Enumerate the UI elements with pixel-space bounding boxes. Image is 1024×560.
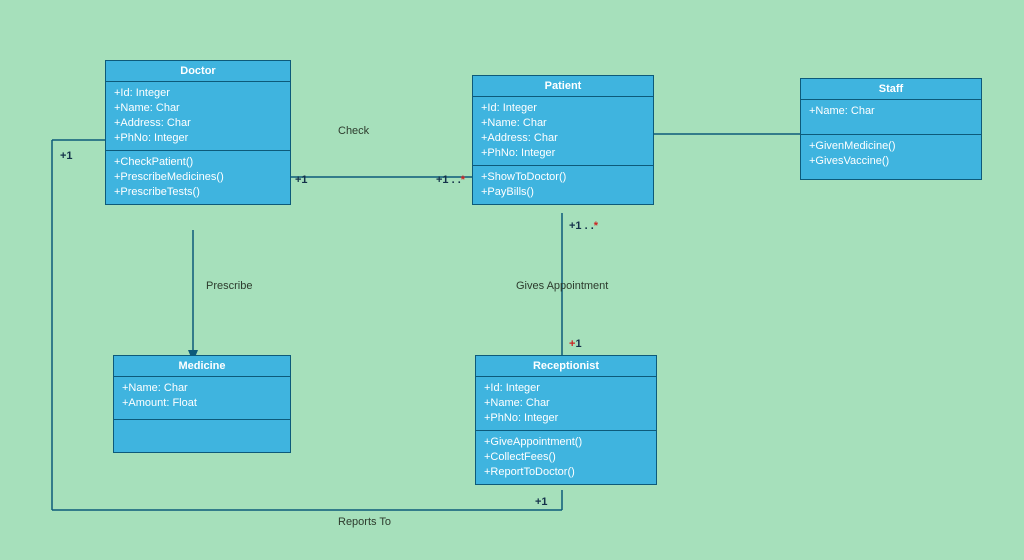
op: +GiveAppointment() xyxy=(484,435,648,450)
attr: +Name: Char xyxy=(809,104,973,119)
class-patient: Patient +Id: Integer +Name: Char +Addres… xyxy=(472,75,654,205)
class-title: Medicine xyxy=(114,356,290,377)
attr: +PhNo: Integer xyxy=(114,131,282,146)
class-title: Staff xyxy=(801,79,981,100)
attrs-section: +Name: Char xyxy=(801,100,981,135)
op: +GivenMedicine() xyxy=(809,139,973,154)
attr: +PhNo: Integer xyxy=(481,146,645,161)
mult-reports-left: +1 xyxy=(60,150,73,162)
mult-check-right: +1 . .* xyxy=(436,174,465,186)
relation-label-reports-to: Reports To xyxy=(338,516,391,528)
attr: +Address: Char xyxy=(114,116,282,131)
attrs-section: +Id: Integer +Name: Char +Address: Char … xyxy=(473,97,653,166)
class-receptionist: Receptionist +Id: Integer +Name: Char +P… xyxy=(475,355,657,485)
relation-label-gives-appointment: Gives Appointment xyxy=(516,280,608,292)
ops-section: +GiveAppointment() +CollectFees() +Repor… xyxy=(476,431,656,484)
op: +PayBills() xyxy=(481,185,645,200)
attr: +Name: Char xyxy=(484,396,648,411)
op: +CheckPatient() xyxy=(114,155,282,170)
mult-ga-top: +1 . .* xyxy=(569,220,598,232)
op: +CollectFees() xyxy=(484,450,648,465)
attr: +Id: Integer xyxy=(481,101,645,116)
attr: +Name: Char xyxy=(114,101,282,116)
attrs-section: +Id: Integer +Name: Char +Address: Char … xyxy=(106,82,290,151)
attr: +Id: Integer xyxy=(484,381,648,396)
attr: +Address: Char xyxy=(481,131,645,146)
op: +PrescribeTests() xyxy=(114,185,282,200)
attrs-section: +Name: Char +Amount: Float xyxy=(114,377,290,420)
mult-reports-right: +1 xyxy=(535,496,548,508)
class-title: Doctor xyxy=(106,61,290,82)
ops-section: +GivenMedicine() +GivesVaccine() xyxy=(801,135,981,179)
mult-ga-bottom: +1 xyxy=(569,338,582,350)
ops-section xyxy=(114,420,290,452)
class-doctor: Doctor +Id: Integer +Name: Char +Address… xyxy=(105,60,291,205)
class-title: Receptionist xyxy=(476,356,656,377)
relation-label-check: Check xyxy=(338,125,369,137)
op: +PrescribeMedicines() xyxy=(114,170,282,185)
attr: +Amount: Float xyxy=(122,396,282,411)
relation-label-prescribe: Prescribe xyxy=(206,280,252,292)
attr: +Name: Char xyxy=(122,381,282,396)
class-title: Patient xyxy=(473,76,653,97)
op: +ShowToDoctor() xyxy=(481,170,645,185)
op: +GivesVaccine() xyxy=(809,154,973,169)
ops-section: +CheckPatient() +PrescribeMedicines() +P… xyxy=(106,151,290,204)
op: +ReportToDoctor() xyxy=(484,465,648,480)
attr: +PhNo: Integer xyxy=(484,411,648,426)
mult-check-left: +1 xyxy=(295,174,308,186)
attr: +Id: Integer xyxy=(114,86,282,101)
class-staff: Staff +Name: Char +GivenMedicine() +Give… xyxy=(800,78,982,180)
class-medicine: Medicine +Name: Char +Amount: Float xyxy=(113,355,291,453)
ops-section: +ShowToDoctor() +PayBills() xyxy=(473,166,653,204)
attr: +Name: Char xyxy=(481,116,645,131)
attrs-section: +Id: Integer +Name: Char +PhNo: Integer xyxy=(476,377,656,431)
